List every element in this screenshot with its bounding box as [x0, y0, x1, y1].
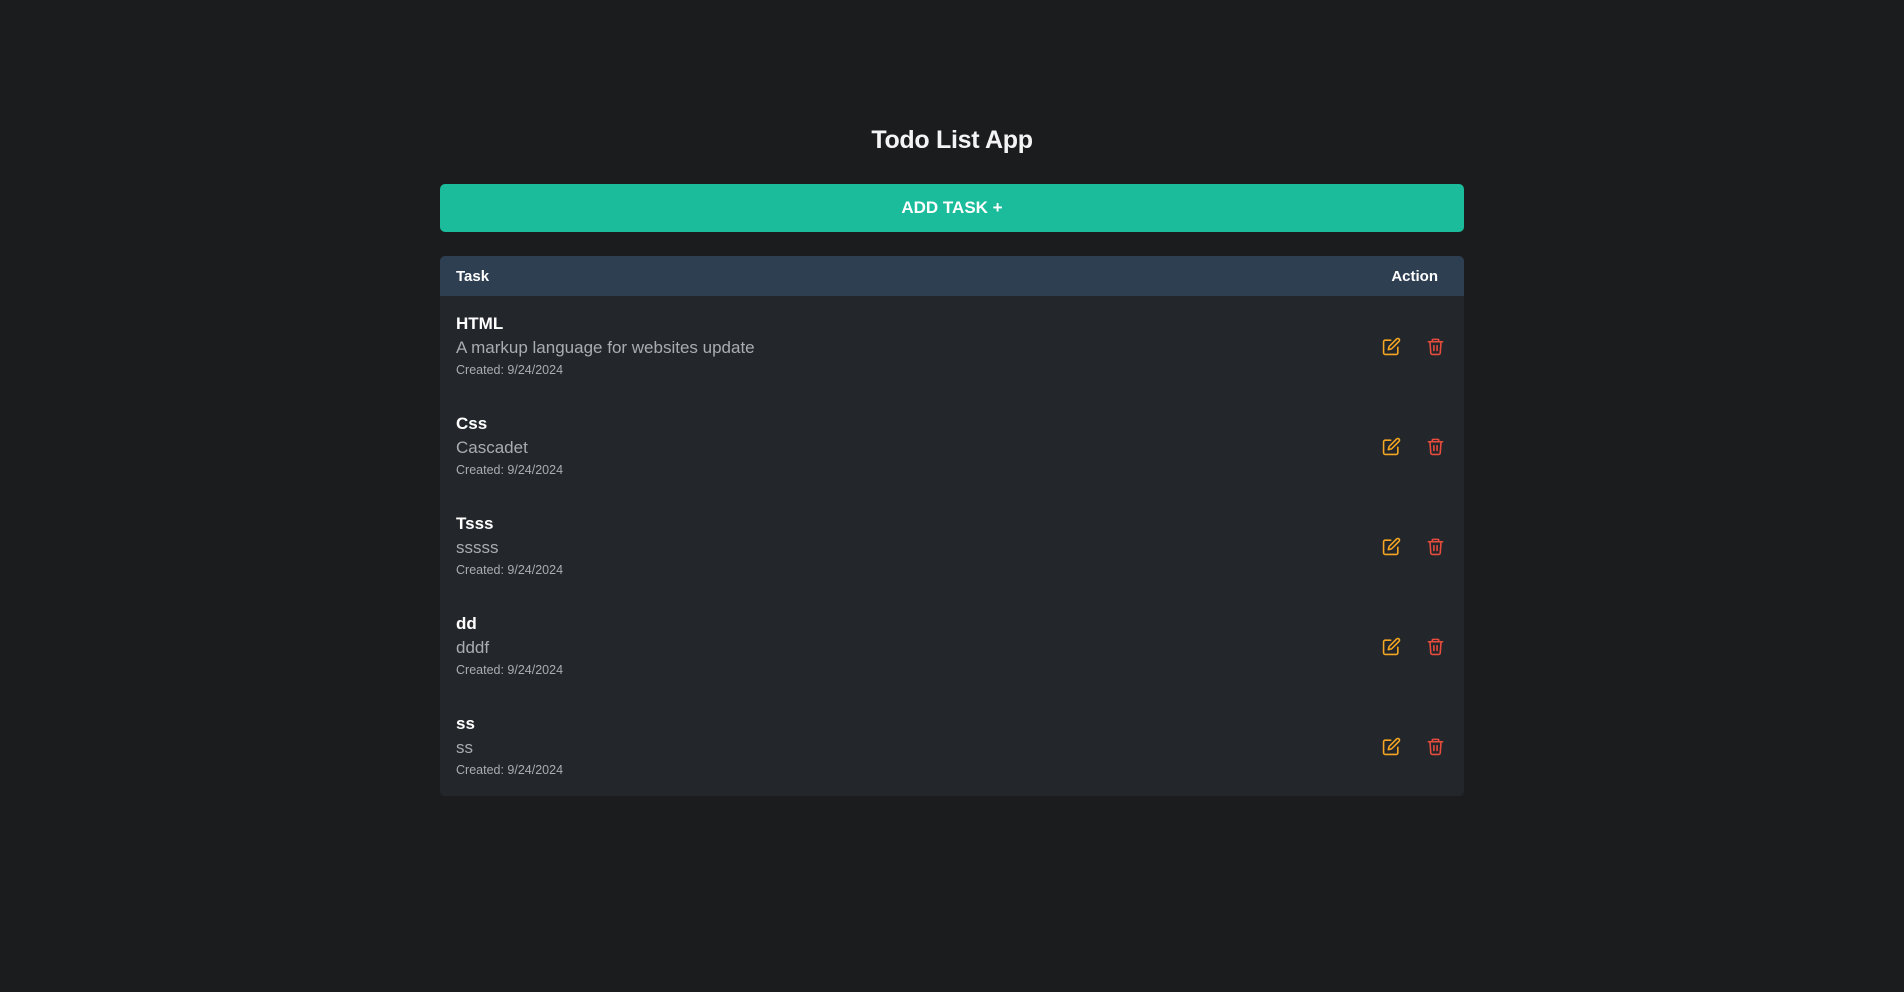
task-actions: [1380, 735, 1446, 757]
task-description: ss: [456, 738, 473, 757]
task-title: HTML: [456, 314, 504, 333]
task-info: HTML A markup language for websites upda…: [456, 313, 755, 379]
add-task-button[interactable]: ADD TASK +: [440, 184, 1464, 232]
trash-icon[interactable]: [1424, 435, 1446, 457]
task-actions: [1380, 635, 1446, 657]
task-title: Tsss: [456, 514, 494, 533]
task-row: dd dddf Created: 9/24/2024: [440, 596, 1464, 696]
task-table: Task Action HTML A markup language for w…: [440, 256, 1464, 796]
task-info: Css Cascadet Created: 9/24/2024: [456, 413, 563, 479]
edit-icon[interactable]: [1380, 535, 1402, 557]
trash-icon[interactable]: [1424, 635, 1446, 657]
task-info: Tsss sssss Created: 9/24/2024: [456, 513, 563, 579]
edit-icon[interactable]: [1380, 335, 1402, 357]
task-created-date: Created: 9/24/2024: [456, 563, 564, 577]
task-title: Css: [456, 414, 488, 433]
action-column-header: Action: [1391, 267, 1438, 285]
task-created-date: Created: 9/24/2024: [456, 763, 564, 777]
task-created-date: Created: 9/24/2024: [456, 363, 564, 377]
task-column-header: Task: [456, 267, 490, 285]
task-actions: [1380, 335, 1446, 357]
task-description: Cascadet: [456, 438, 528, 457]
task-description: dddf: [456, 638, 490, 657]
task-row: HTML A markup language for websites upda…: [440, 296, 1464, 396]
task-created-date: Created: 9/24/2024: [456, 463, 564, 477]
page-title: Todo List App: [871, 126, 1033, 154]
task-created-date: Created: 9/24/2024: [456, 663, 564, 677]
task-title: ss: [456, 714, 475, 733]
trash-icon[interactable]: [1424, 535, 1446, 557]
edit-icon[interactable]: [1380, 635, 1402, 657]
edit-icon[interactable]: [1380, 435, 1402, 457]
task-row: Tsss sssss Created: 9/24/2024: [440, 496, 1464, 596]
task-actions: [1380, 535, 1446, 557]
task-description: A markup language for websites update: [456, 338, 755, 357]
task-description: sssss: [456, 538, 499, 557]
trash-icon[interactable]: [1424, 735, 1446, 757]
task-actions: [1380, 435, 1446, 457]
edit-icon[interactable]: [1380, 735, 1402, 757]
trash-icon[interactable]: [1424, 335, 1446, 357]
task-row: ss ss Created: 9/24/2024: [440, 696, 1464, 796]
task-title: dd: [456, 614, 477, 633]
task-info: ss ss Created: 9/24/2024: [456, 713, 563, 779]
table-header: Task Action: [440, 256, 1464, 296]
task-info: dd dddf Created: 9/24/2024: [456, 613, 563, 679]
task-row: Css Cascadet Created: 9/24/2024: [440, 396, 1464, 496]
